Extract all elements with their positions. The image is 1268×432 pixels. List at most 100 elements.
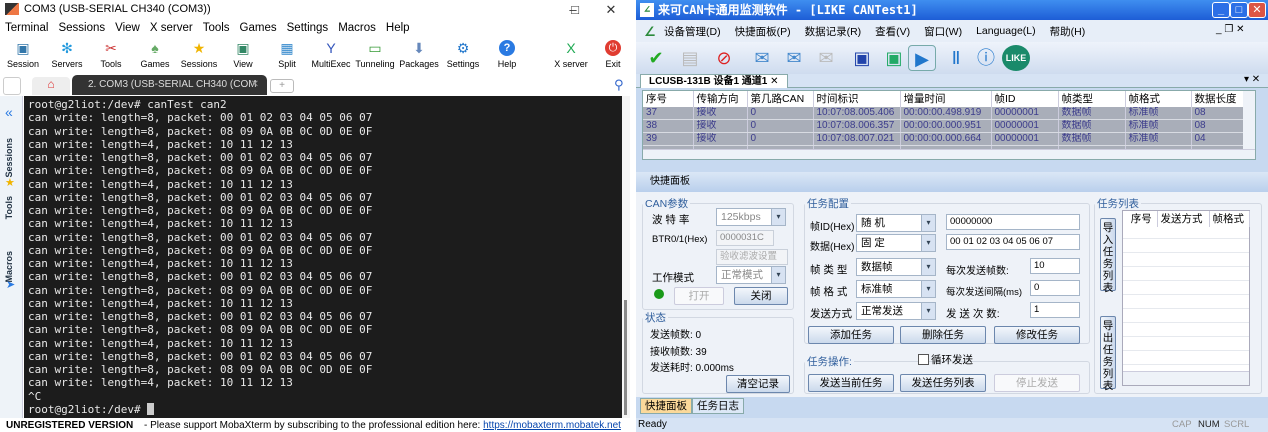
- send-current-task-button[interactable]: 发送当前任务: [808, 374, 894, 392]
- connect-icon[interactable]: ✔: [642, 45, 670, 71]
- stop-send-button[interactable]: 停止发送: [994, 374, 1080, 392]
- interval-input[interactable]: 0: [1030, 280, 1080, 296]
- collapse-icon[interactable]: «: [5, 104, 13, 120]
- send-task-list-button[interactable]: 发送任务列表: [900, 374, 986, 392]
- toolbar-tools-button[interactable]: ✂ Tools: [88, 38, 134, 69]
- maximize-button[interactable]: □: [560, 0, 590, 19]
- toolbar-multiexec-button[interactable]: Y MultiExec: [308, 38, 354, 69]
- column-header[interactable]: 时间标识: [813, 91, 901, 107]
- menu-device[interactable]: 设备管理(D): [664, 24, 721, 39]
- disconnect-icon[interactable]: ⊘: [710, 45, 738, 71]
- column-header[interactable]: 增量时间: [900, 91, 992, 107]
- menu-settings[interactable]: Settings: [282, 20, 334, 36]
- baud-select[interactable]: 125kbps ▾: [716, 208, 786, 226]
- sidebar-tab-sessions[interactable]: Sessions: [4, 138, 14, 178]
- table-row[interactable]: 38 接收 0 10:07:08.006.357 00:00:00.000.951 000…: [643, 119, 1244, 133]
- menu-tools[interactable]: Tools: [198, 20, 235, 36]
- mdi-controls[interactable]: _ ❐ ✕: [1216, 24, 1244, 35]
- loop-send-checkbox[interactable]: [918, 354, 929, 365]
- frame-id-input[interactable]: 00000000: [946, 214, 1080, 230]
- menu-window[interactable]: 窗口(W): [924, 24, 962, 39]
- add-task-button[interactable]: 添加任务: [808, 326, 894, 344]
- column-header[interactable]: 传输方向: [693, 91, 748, 107]
- export-task-list-button[interactable]: 导出任务列表: [1100, 316, 1116, 392]
- toolbar-tunneling-button[interactable]: ▭ Tunneling: [352, 38, 398, 69]
- like-logo-icon[interactable]: LIKE: [1002, 45, 1030, 71]
- toolbar-sessions-button[interactable]: ★ Sessions: [176, 38, 222, 69]
- tab-menu-icon[interactable]: ▾ ✕: [1244, 74, 1260, 85]
- toolbar-exit-button[interactable]: ⏻ Exit: [590, 38, 636, 69]
- tab-task-log[interactable]: 任务日志: [692, 398, 744, 414]
- col-index[interactable]: 序号: [1123, 211, 1158, 227]
- menu-help[interactable]: Help: [381, 20, 415, 36]
- maximize-button[interactable]: □: [1230, 2, 1248, 18]
- tab-com3[interactable]: 2. COM3 (USB-SERIAL CH340 (COM ✕: [72, 75, 267, 95]
- menu-view[interactable]: 查看(V): [875, 24, 910, 39]
- column-header[interactable]: 第几路CAN: [747, 91, 814, 107]
- horizontal-scrollbar[interactable]: [643, 149, 1255, 159]
- column-header[interactable]: 数据长度: [1191, 91, 1244, 107]
- paperclip-icon[interactable]: ⚲: [614, 77, 624, 93]
- vertical-scrollbar[interactable]: [1243, 91, 1255, 149]
- frame-id-mode-select[interactable]: 随 机 ▾: [856, 214, 936, 232]
- import-task-list-button[interactable]: 导入任务列表: [1100, 218, 1116, 294]
- tab-quick-panel[interactable]: 快捷面板: [640, 398, 692, 414]
- menu-xserver[interactable]: X server: [145, 20, 198, 36]
- toolbar-games-button[interactable]: ♠ Games: [132, 38, 178, 69]
- filter-settings-button[interactable]: 验收滤波设置: [716, 249, 788, 265]
- refresh-icon[interactable]: ▣: [880, 45, 908, 71]
- info-icon[interactable]: ⓘ: [972, 45, 1000, 71]
- frames-per-send-input[interactable]: 10: [1030, 258, 1080, 274]
- new-tab-button[interactable]: +: [270, 79, 294, 93]
- frame-format-select[interactable]: 标准帧 ▾: [856, 280, 936, 298]
- table-row[interactable]: 37 接收 0 10:07:08.005.406 00:00:00.498.919 000…: [643, 107, 1244, 120]
- tab-device1-channel1[interactable]: LCUSB-131B 设备1 通道1 ✕: [640, 74, 788, 88]
- data-input[interactable]: 00 01 02 03 04 05 06 07: [946, 234, 1080, 250]
- column-header[interactable]: 帧格式: [1125, 91, 1192, 107]
- sidebar-toggle-button[interactable]: [3, 77, 21, 95]
- tab-close-icon[interactable]: ✕: [770, 76, 778, 87]
- send-multi-icon[interactable]: ✉: [780, 45, 808, 71]
- close-button[interactable]: ✕: [596, 0, 626, 19]
- btr-input[interactable]: 0000031C: [716, 230, 774, 246]
- toolbar-view-button[interactable]: ▣ View: [220, 38, 266, 69]
- pause-icon[interactable]: Ⅱ: [942, 45, 970, 71]
- close-device-button[interactable]: 关闭: [734, 287, 788, 305]
- send-mail-icon[interactable]: ✉: [748, 45, 776, 71]
- toolbar-split-button[interactable]: ▦ Split: [264, 38, 310, 69]
- menu-macros[interactable]: Macros: [333, 20, 381, 36]
- send-mode-select[interactable]: 正常发送 ▾: [856, 302, 936, 320]
- sidebar-tab-tools[interactable]: Tools: [4, 196, 14, 219]
- menu-games[interactable]: Games: [235, 20, 282, 36]
- col-frame-format[interactable]: 帧格式: [1209, 211, 1250, 227]
- delete-task-button[interactable]: 删除任务: [900, 326, 986, 344]
- copy-icon[interactable]: ▤: [676, 45, 704, 71]
- clear-records-button[interactable]: 清空记录: [726, 375, 790, 393]
- modify-task-button[interactable]: 修改任务: [994, 326, 1080, 344]
- menu-help[interactable]: 帮助(H): [1050, 24, 1086, 39]
- column-header[interactable]: 帧ID: [991, 91, 1059, 107]
- mode-select[interactable]: 正常模式 ▾: [716, 266, 786, 284]
- minimize-button[interactable]: _: [1212, 2, 1230, 18]
- toolbar-x-server-button[interactable]: X X server: [548, 38, 594, 69]
- menu-language[interactable]: Language(L): [976, 25, 1036, 37]
- toolbar-servers-button[interactable]: ✻ Servers: [44, 38, 90, 69]
- menu-sessions[interactable]: Sessions: [53, 20, 110, 36]
- menu-terminal[interactable]: Terminal: [0, 20, 53, 36]
- start-icon[interactable]: ▶: [908, 45, 936, 71]
- stop-mail-icon[interactable]: ✉: [812, 45, 840, 71]
- terminal-output[interactable]: root@g2liot:/dev# canTest can2 can write:…: [24, 96, 622, 418]
- toolbar-packages-button[interactable]: ⬇ Packages: [396, 38, 442, 69]
- toolbar-settings-button[interactable]: ⚙ Settings: [440, 38, 486, 69]
- tab-close-icon[interactable]: ✕: [251, 75, 259, 95]
- toolbar-session-button[interactable]: ▣ Session: [0, 38, 46, 69]
- scrollbar-thumb[interactable]: [624, 300, 627, 415]
- column-header[interactable]: 帧类型: [1058, 91, 1126, 107]
- data-mode-select[interactable]: 固 定 ▾: [856, 234, 936, 252]
- frame-type-select[interactable]: 数据帧 ▾: [856, 258, 936, 276]
- menu-quick-panel[interactable]: 快捷面板(P): [735, 24, 791, 39]
- home-tab[interactable]: ⌂: [32, 77, 70, 95]
- menu-view[interactable]: View: [110, 20, 145, 36]
- send-count-input[interactable]: 1: [1030, 302, 1080, 318]
- toolbar-help-button[interactable]: ? Help: [484, 38, 530, 69]
